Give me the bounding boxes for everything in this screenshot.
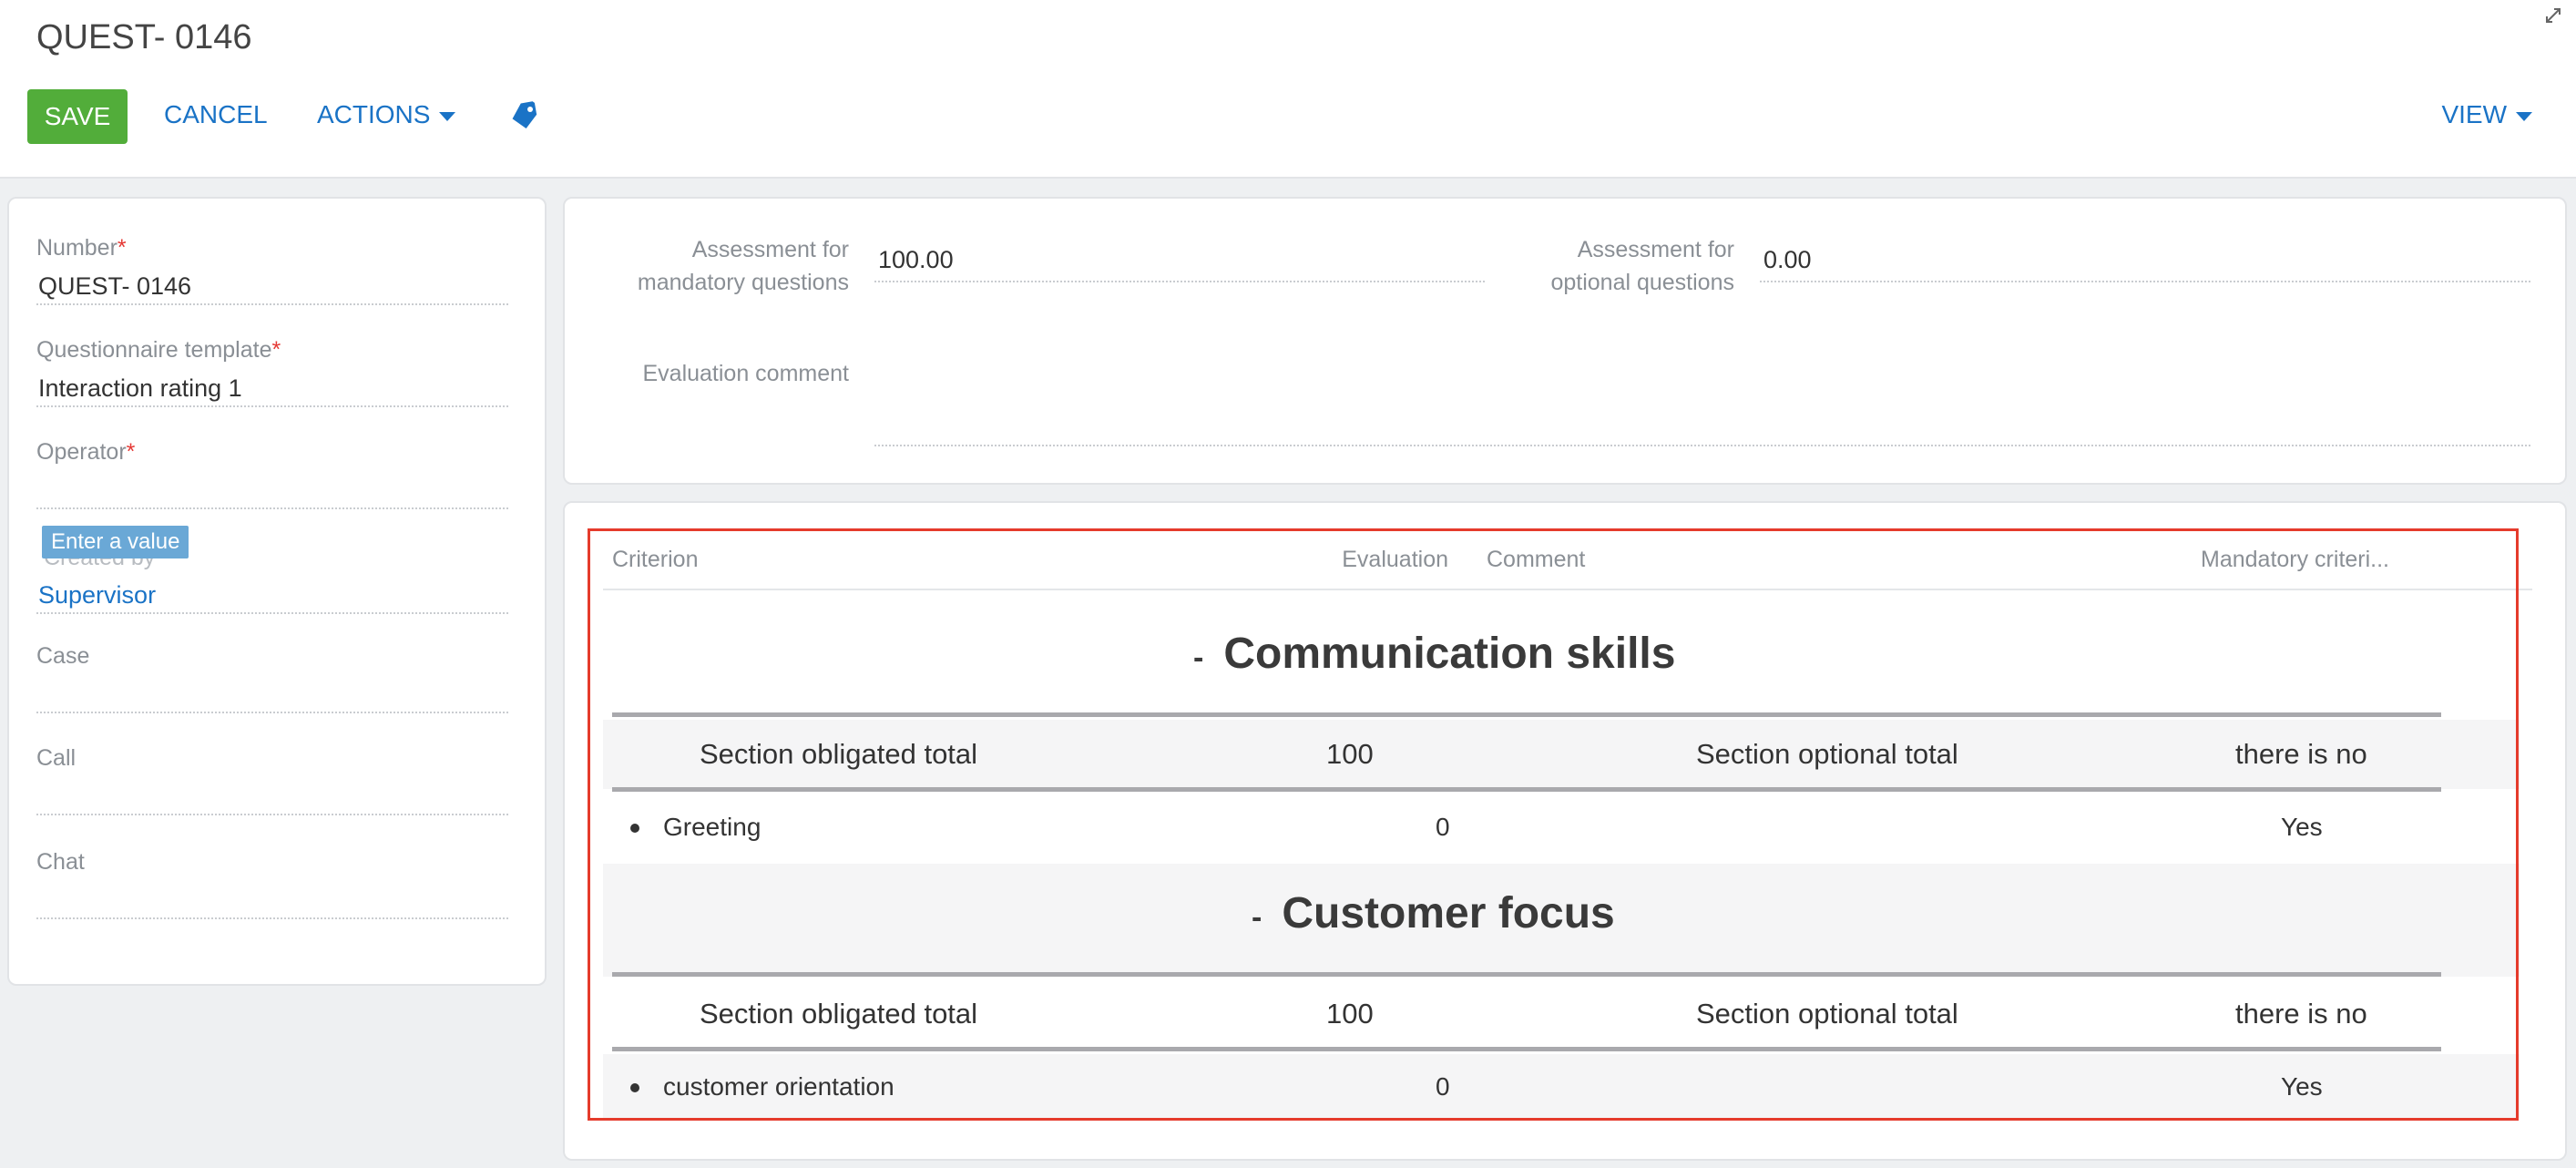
cancel-button[interactable]: CANCEL (164, 100, 268, 129)
operator-input[interactable] (36, 471, 508, 509)
criterion-name: Greeting (663, 813, 762, 841)
section-divider (612, 712, 2441, 717)
created-by-field: Supervisor (36, 576, 508, 614)
number-field: Number* QUEST- 0146 (36, 235, 508, 305)
expand-icon[interactable] (2543, 5, 2563, 26)
column-mandatory-criterion[interactable]: Mandatory criteri... (2201, 547, 2389, 573)
criterion-evaluation: 0 (1436, 1072, 1450, 1101)
case-label: Case (36, 643, 90, 669)
section-optional-value: there is no (2235, 738, 2367, 770)
section-obligated-value: 100 (1326, 738, 1374, 770)
bullet-icon (630, 1083, 639, 1092)
view-label: VIEW (2441, 100, 2507, 128)
column-comment[interactable]: Comment (1487, 547, 1585, 573)
case-field: Case (36, 643, 508, 713)
section-optional-label: Section optional total (1696, 998, 1958, 1030)
table-header-divider (603, 589, 2532, 590)
collapse-toggle[interactable]: - (1193, 640, 1203, 676)
number-input[interactable]: QUEST- 0146 (36, 267, 508, 305)
bullet-icon (630, 824, 639, 833)
caret-down-icon (439, 112, 456, 121)
call-input[interactable] (36, 777, 508, 815)
collapse-toggle[interactable]: - (1252, 900, 1262, 936)
column-evaluation[interactable]: Evaluation (1342, 547, 1448, 573)
case-input[interactable] (36, 675, 508, 713)
questionnaire-template-label: Questionnaire template (36, 337, 272, 363)
created-by-link[interactable]: Supervisor (36, 576, 508, 614)
operator-label: Operator (36, 439, 127, 465)
evaluation-comment-label: Evaluation comment (642, 361, 849, 386)
optional-assessment-value[interactable]: 0.00 (1760, 237, 2530, 282)
number-label: Number (36, 235, 118, 261)
save-button[interactable]: SAVE (27, 89, 128, 144)
optional-assessment-label: Assessment for optional questions (1550, 237, 1734, 295)
questionnaire-template-input[interactable]: Interaction rating 1 (36, 369, 508, 407)
section-optional-label: Section optional total (1696, 738, 1958, 770)
chat-field: Chat (36, 849, 508, 919)
actions-label: ACTIONS (317, 100, 431, 128)
call-field: Call (36, 745, 508, 815)
section-obligated-label: Section obligated total (700, 738, 978, 770)
criterion-mandatory: Yes (2281, 1072, 2323, 1101)
section-divider (612, 1047, 2441, 1051)
criterion-name: customer orientation (663, 1072, 894, 1101)
actions-menu-button[interactable]: ACTIONS (317, 100, 456, 129)
evaluation-comment-input[interactable] (874, 401, 2530, 446)
caret-down-icon (2516, 112, 2532, 121)
section-title: Customer focus (1282, 889, 1615, 937)
tag-icon[interactable] (510, 100, 539, 129)
validation-tooltip: Enter a value (42, 526, 189, 558)
required-marker: * (126, 439, 136, 465)
section-optional-value: there is no (2235, 998, 2367, 1030)
criterion-evaluation: 0 (1436, 813, 1450, 841)
operator-field: Operator* (36, 439, 508, 509)
required-marker: * (271, 337, 281, 363)
section-header-communication-skills: - Communication skills (1193, 629, 1675, 679)
cancel-label: CANCEL (164, 100, 268, 128)
section-obligated-label: Section obligated total (700, 998, 978, 1030)
mandatory-assessment-label: Assessment for mandatory questions (637, 237, 849, 295)
required-marker: * (117, 235, 127, 261)
section-divider (612, 787, 2441, 792)
section-divider (612, 972, 2441, 977)
section-obligated-value: 100 (1326, 998, 1374, 1030)
section-title: Communication skills (1223, 630, 1676, 678)
questionnaire-template-field: Questionnaire template* Interaction rati… (36, 337, 508, 407)
chat-input[interactable] (36, 881, 508, 919)
call-label: Call (36, 745, 77, 771)
mandatory-assessment-value[interactable]: 100.00 (874, 237, 1485, 282)
view-menu-button[interactable]: VIEW (2441, 100, 2532, 129)
page-header: QUEST- 0146 SAVE CANCEL ACTIONS VIEW (0, 0, 2576, 179)
chat-label: Chat (36, 849, 85, 875)
page-title: QUEST- 0146 (36, 18, 252, 56)
criterion-mandatory: Yes (2281, 813, 2323, 841)
section-header-customer-focus: - Customer focus (1252, 888, 1615, 938)
column-criterion[interactable]: Criterion (612, 547, 698, 573)
